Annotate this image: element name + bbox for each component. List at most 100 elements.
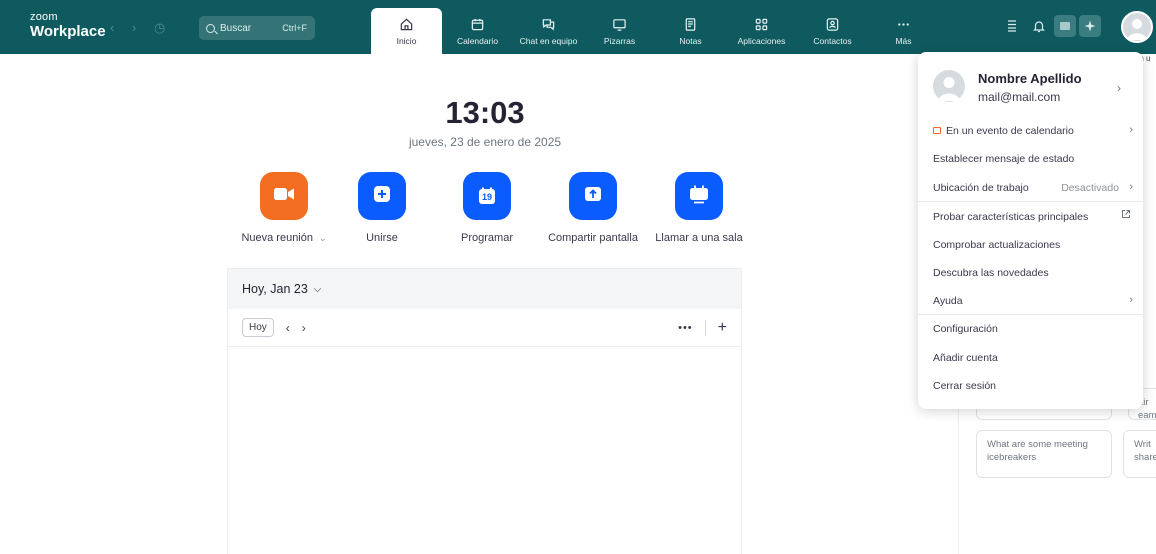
tab-label: Notas [679, 36, 702, 46]
contacts-icon [825, 16, 841, 32]
avatar[interactable] [1121, 11, 1153, 43]
new-meeting-action[interactable]: Nueva reunión ⌄ [229, 172, 339, 244]
tab-label: Aplicaciones [737, 36, 786, 46]
divider [704, 319, 706, 336]
share-screen-action[interactable]: Compartir pantalla [538, 172, 648, 244]
profile-header[interactable]: Nombre Apellido mail@mail.com › [918, 52, 1143, 116]
menu-item-work-location[interactable]: Ubicación de trabajo Desactivado › [933, 181, 1133, 194]
menu-item-whats-new[interactable]: Descubra las novedades [933, 267, 1133, 279]
new-meeting-label: Nueva reunión [241, 232, 313, 244]
schedule-day: 19 [481, 192, 492, 202]
card-text-line2: eam [1138, 409, 1156, 421]
home-icon [399, 16, 415, 32]
video-camera-icon [273, 186, 295, 207]
menu-item-add-account[interactable]: Añadir cuenta [933, 352, 1133, 364]
menu-item-help[interactable]: Ayuda › [933, 294, 1133, 307]
calendar-19-icon: 19 [477, 186, 497, 206]
chevron-right-icon: › [1129, 124, 1133, 136]
tab-label: Chat en equipo [519, 36, 578, 46]
tab-chat-en-equipo[interactable]: Chat en equipo [513, 8, 584, 54]
search-box[interactable]: Buscar Ctrl+F [199, 16, 315, 40]
chevron-down-icon: ⌵ [313, 283, 322, 295]
new-meeting-button[interactable] [260, 172, 308, 220]
join-action[interactable]: Unirse [327, 172, 437, 244]
chevron-down-icon[interactable]: ⌄ [319, 233, 327, 243]
suggestion-card[interactable]: What are some meeting icebreakers [976, 430, 1112, 478]
today-button[interactable]: Hoy [242, 318, 274, 337]
calendar-header-label: Hoy, Jan 23 [242, 282, 308, 296]
card-text-line1: Writ [1134, 439, 1151, 450]
card-text-line2: share [1134, 451, 1156, 463]
calendar-icon [470, 16, 486, 32]
tasks-icon[interactable] [1000, 14, 1024, 38]
chevron-right-icon: › [1129, 181, 1133, 193]
join-button[interactable] [358, 172, 406, 220]
menu-item-label: Establecer mensaje de estado [933, 153, 1075, 165]
tab-label: Contactos [813, 36, 852, 46]
ai-companion-icon[interactable] [1079, 15, 1101, 37]
history-icon[interactable]: ◷ [154, 20, 165, 35]
notes-icon [683, 16, 699, 32]
back-arrow-icon[interactable]: ‹ [110, 20, 114, 35]
calendar-status-icon [933, 127, 941, 134]
menu-item-settings[interactable]: Configuración [933, 323, 1133, 335]
tab-label: Inicio [396, 36, 417, 46]
menu-item-label: Comprobar actualizaciones [933, 239, 1061, 251]
menu-item-label: Descubra las novedades [933, 267, 1049, 279]
menu-divider [918, 314, 1143, 315]
menu-item-label: Configuración [933, 323, 998, 335]
menu-item-label: Ubicación de trabajo [933, 182, 1029, 194]
tab-label: Pizarras [603, 36, 636, 46]
logo-line2: Workplace [30, 23, 106, 40]
tab-notas[interactable]: Notas [655, 8, 726, 54]
top-bar: zoom Workplace ‹ › ◷ Buscar Ctrl+F Inici… [0, 0, 1156, 54]
menu-item-label: Probar características principales [933, 211, 1089, 223]
forward-arrow-icon[interactable]: › [132, 20, 136, 35]
share-screen-icon [583, 184, 603, 209]
tab-contactos[interactable]: Contactos [797, 8, 868, 54]
suggestion-card[interactable]: Writ share [1123, 430, 1156, 478]
zoom-workplace-logo: zoom Workplace [30, 11, 106, 40]
menu-item-status-message[interactable]: Establecer mensaje de estado [933, 153, 1133, 165]
call-room-button[interactable] [675, 172, 723, 220]
tab-label: Más [895, 36, 912, 46]
whiteboard-icon [612, 16, 628, 32]
calendar-toolbar: Hoy ‹ › ••• + [228, 309, 741, 347]
workspace-icon[interactable] [1054, 15, 1076, 37]
tab-pizarras[interactable]: Pizarras [584, 8, 655, 54]
tab-mas[interactable]: Más [868, 8, 939, 54]
apps-icon [754, 16, 770, 32]
more-options-icon[interactable]: ••• [678, 322, 693, 334]
share-screen-button[interactable] [569, 172, 617, 220]
tab-calendario[interactable]: Calendario [442, 8, 513, 54]
menu-item-calendar-event[interactable]: En un evento de calendario › [933, 124, 1133, 137]
bell-icon[interactable] [1027, 14, 1051, 38]
call-room-label: Llamar a una sala [655, 232, 743, 244]
tab-inicio[interactable]: Inicio [371, 8, 442, 54]
calendar-date-selector[interactable]: Hoy, Jan 23 ⌵ [228, 269, 741, 309]
main-tabs: Inicio Calendario Chat en equipo Pizarra… [371, 8, 939, 54]
plus-icon [372, 184, 392, 209]
logo-line1: zoom [30, 11, 58, 23]
schedule-button[interactable]: 19 [463, 172, 511, 220]
next-day-icon[interactable]: › [302, 321, 306, 335]
join-label: Unirse [366, 232, 398, 244]
add-event-button[interactable]: + [718, 319, 727, 337]
work-location-value: Desactivado [1061, 182, 1119, 194]
search-icon [206, 23, 215, 33]
menu-item-check-updates[interactable]: Comprobar actualizaciones [933, 239, 1133, 251]
menu-item-try-features[interactable]: Probar características principales [933, 210, 1133, 223]
tab-aplicaciones[interactable]: Aplicaciones [726, 8, 797, 54]
schedule-action[interactable]: 19 Programar [432, 172, 542, 244]
menu-item-sign-out[interactable]: Cerrar sesión [933, 380, 1133, 392]
avatar [933, 70, 965, 102]
profile-name: Nombre Apellido [978, 71, 1082, 86]
prev-day-icon[interactable]: ‹ [286, 321, 290, 335]
call-room-action[interactable]: Llamar a una sala [644, 172, 754, 244]
menu-divider [918, 201, 1143, 202]
menu-item-label: Añadir cuenta [933, 352, 998, 364]
menu-item-label: Ayuda [933, 295, 963, 307]
chevron-right-icon: › [1129, 294, 1133, 306]
search-shortcut: Ctrl+F [282, 23, 307, 33]
more-icon [896, 16, 912, 32]
